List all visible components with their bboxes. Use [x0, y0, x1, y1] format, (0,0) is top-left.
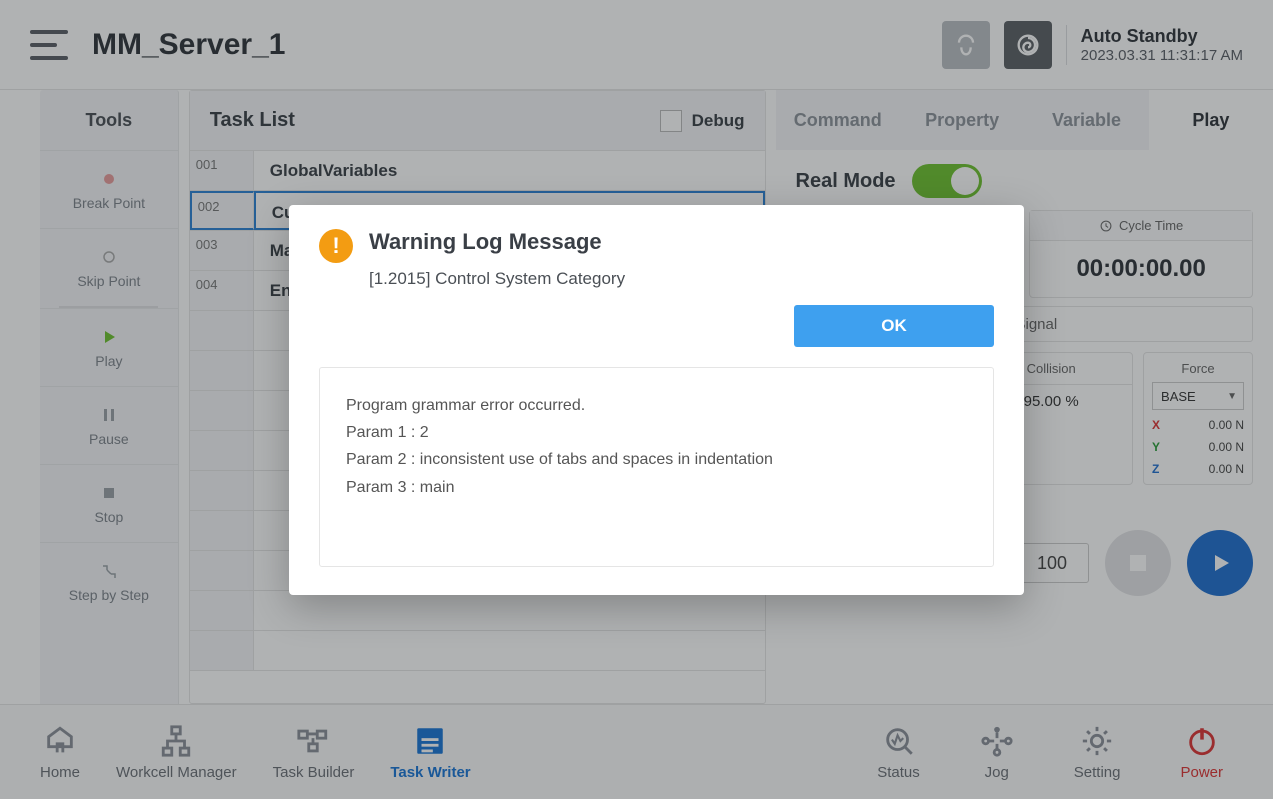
modal-subtitle: [1.2015] Control System Category [369, 269, 994, 289]
warning-modal: ! Warning Log Message [1.2015] Control S… [289, 205, 1024, 595]
app-root: MM_Server_1 Auto Standby 2023.03.31 11:3… [0, 0, 1273, 799]
modal-line: Param 2 : inconsistent use of tabs and s… [346, 446, 967, 473]
modal-body: Program grammar error occurred.Param 1 :… [319, 367, 994, 567]
modal-line: Program grammar error occurred. [346, 392, 967, 419]
modal-line: Param 1 : 2 [346, 419, 967, 446]
modal-title: Warning Log Message [369, 229, 994, 255]
warning-icon: ! [319, 229, 353, 263]
modal-line: Param 3 : main [346, 474, 967, 501]
ok-button[interactable]: OK [794, 305, 994, 347]
